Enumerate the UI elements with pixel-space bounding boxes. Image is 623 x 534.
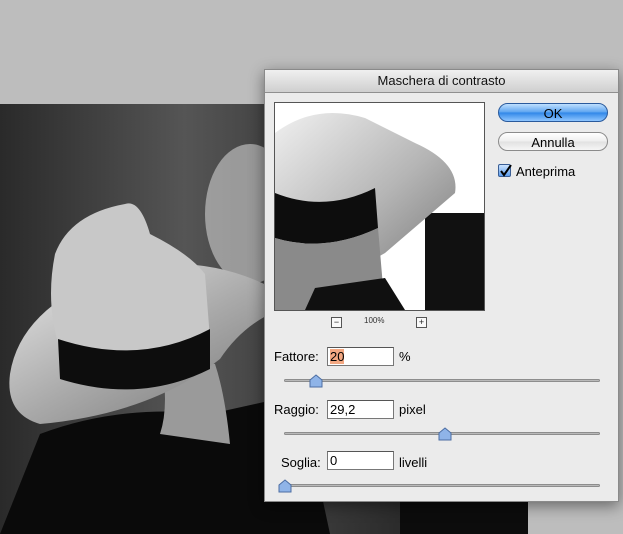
preview-pane[interactable] [274, 102, 485, 311]
slider-thumb-icon[interactable] [309, 374, 323, 388]
amount-slider[interactable] [284, 374, 600, 388]
amount-value: 20 [330, 349, 345, 364]
unsharp-mask-dialog: Maschera di contrasto − 100% + OK Annull… [264, 69, 619, 502]
zoom-level: 100% [364, 316, 385, 325]
preview-label: Anteprima [516, 164, 576, 179]
ok-button[interactable]: OK [498, 103, 608, 122]
threshold-label: Soglia: [281, 455, 321, 470]
slider-thumb-icon[interactable] [438, 427, 452, 441]
dialog-title: Maschera di contrasto [265, 70, 618, 93]
zoom-out-button[interactable]: − [331, 317, 342, 328]
amount-unit: % [399, 349, 411, 364]
preview-checkbox[interactable] [498, 164, 512, 178]
amount-label: Fattore: [274, 349, 319, 364]
cancel-button[interactable]: Annulla [498, 132, 608, 151]
radius-label: Raggio: [274, 402, 319, 417]
radius-unit: pixel [399, 402, 426, 417]
checkmark-icon [500, 164, 512, 177]
threshold-unit: livelli [399, 455, 428, 470]
zoom-controls: − 100% + [331, 316, 431, 330]
radius-input[interactable]: 29,2 [327, 400, 394, 419]
threshold-slider[interactable] [278, 479, 600, 493]
radius-slider[interactable] [284, 427, 600, 441]
threshold-input[interactable]: 0 [327, 451, 394, 470]
amount-input[interactable]: 20 [327, 347, 394, 366]
slider-thumb-icon[interactable] [278, 479, 292, 493]
zoom-in-button[interactable]: + [416, 317, 427, 328]
